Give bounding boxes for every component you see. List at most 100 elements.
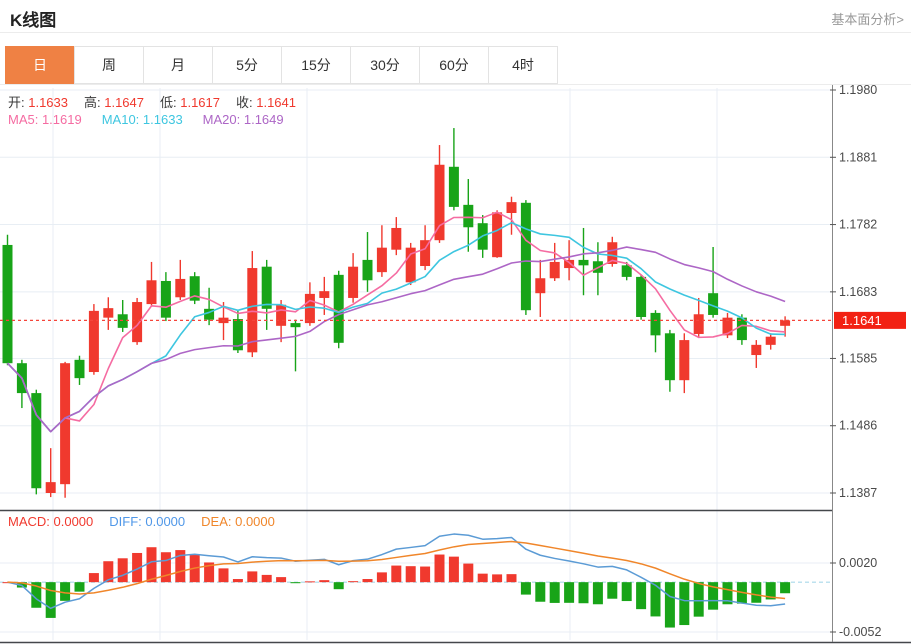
tab-周[interactable]: 周 [74, 46, 144, 84]
price-tick-label: 1.1881 [839, 150, 877, 164]
candle-body [363, 260, 373, 280]
candle-body [391, 228, 401, 250]
fundamental-analysis-link[interactable]: 基本面分析> [831, 9, 904, 28]
price-tick-label: 1.1980 [839, 83, 877, 97]
legend-item: 低: 1.1617 [160, 95, 220, 110]
macd-bar [550, 582, 560, 603]
tab-日[interactable]: 日 [5, 46, 75, 84]
candle-body [334, 275, 344, 343]
macd-bar [319, 580, 329, 582]
price-tick-label: 1.1782 [839, 218, 877, 232]
legend-item: DIFF: 0.0000 [109, 514, 185, 529]
candle-body [262, 267, 272, 309]
price-tick-label: 1.1585 [839, 351, 877, 365]
candle-body [636, 277, 646, 317]
macd-bar [46, 582, 56, 618]
legend-label: 低: [160, 95, 177, 110]
legend-label: 高: [84, 95, 101, 110]
legend-label: DIFF: [109, 514, 142, 529]
ohlc-legend: 开: 1.1633高: 1.1647低: 1.1617收: 1.1641 [8, 92, 312, 111]
price-axis: 1.19801.18811.17821.16831.15851.14861.13… [830, 83, 877, 500]
macd-bar [492, 574, 502, 582]
candle-body [305, 294, 315, 323]
macd-tick-label: 0.0020 [839, 556, 877, 570]
legend-value: 0.0000 [231, 514, 274, 529]
tab-60分[interactable]: 60分 [419, 46, 489, 84]
macd-bar [593, 582, 603, 604]
legend-label: 收: [236, 95, 253, 110]
candle-body [579, 260, 589, 265]
macd-bar [694, 582, 704, 616]
macd-bar [622, 582, 632, 601]
macd-bar [406, 566, 416, 582]
candle-body [60, 363, 70, 484]
macd-bar [679, 582, 689, 625]
candle-body [377, 248, 387, 272]
macd-bar [521, 582, 531, 594]
macd-bar [348, 581, 358, 582]
macd-bar [247, 571, 257, 582]
macd-bar [420, 567, 430, 583]
legend-value: 1.1619 [38, 112, 81, 127]
legend-item: 开: 1.1633 [8, 95, 68, 110]
legend-value: 0.0000 [142, 514, 185, 529]
tab-15分[interactable]: 15分 [281, 46, 351, 84]
tab-月[interactable]: 月 [143, 46, 213, 84]
candle-body [679, 340, 689, 380]
candle-body [780, 320, 790, 325]
macd-bar [291, 582, 301, 583]
tabs-divider [0, 84, 911, 85]
tab-4时[interactable]: 4时 [488, 46, 558, 84]
macd-bar [363, 579, 373, 582]
legend-item: MA5: 1.1619 [8, 112, 82, 127]
kline-app: { "header": { "title": "K线图", "link_labe… [0, 0, 911, 644]
macd-bar [507, 574, 517, 582]
legend-value: 1.1617 [177, 95, 220, 110]
macd-bar [780, 582, 790, 593]
macd-legend: MACD: 0.0000DIFF: 0.0000DEA: 0.0000 [8, 514, 291, 529]
macd-bar [535, 582, 545, 602]
header-divider [0, 32, 911, 33]
macd-bar [161, 552, 171, 582]
legend-label: MA5: [8, 112, 38, 127]
candle-body [319, 291, 329, 298]
candle-body [694, 314, 704, 334]
ma-legend: MA5: 1.1619 MA10: 1.1633 MA20: 1.1649 [8, 112, 304, 127]
macd-bar [665, 582, 675, 627]
macd-bar [262, 575, 272, 582]
candle-body [665, 333, 675, 380]
legend-item: MA20: 1.1649 [203, 112, 284, 127]
macd-tick-label: -0.0052 [839, 625, 881, 639]
legend-label: MA10: [102, 112, 140, 127]
price-tick-label: 1.1486 [839, 419, 877, 433]
legend-value: 1.1633 [139, 112, 182, 127]
legend-value: 1.1633 [25, 95, 68, 110]
candle-body [46, 482, 56, 493]
macd-bar [449, 557, 459, 583]
candle-body [118, 314, 128, 328]
candle-body [75, 360, 85, 378]
macd-bar [118, 558, 128, 582]
legend-item: 高: 1.1647 [84, 95, 144, 110]
tab-5分[interactable]: 5分 [212, 46, 282, 84]
macd-bar [60, 582, 70, 601]
legend-item: MACD: 0.0000 [8, 514, 93, 529]
price-tick-label: 1.1387 [839, 486, 877, 500]
macd-axis: 0.0020 -0.0052 [830, 556, 881, 639]
legend-label: 开: [8, 95, 25, 110]
candle-body [550, 262, 560, 278]
macd-bar [305, 581, 315, 582]
tab-30分[interactable]: 30分 [350, 46, 420, 84]
macd-bar [334, 582, 344, 589]
period-tabs: 日周月5分15分30分60分4时 [5, 46, 558, 84]
macd-bar [75, 582, 85, 591]
candle-body [247, 268, 257, 352]
macd-bar [147, 547, 157, 582]
page-title: K线图 [10, 6, 56, 31]
candle-body [348, 267, 358, 298]
macd-bar [219, 568, 229, 582]
legend-label: MA20: [203, 112, 241, 127]
candle-body [3, 245, 13, 363]
candle-body [766, 337, 776, 345]
macd-bar [564, 582, 574, 603]
